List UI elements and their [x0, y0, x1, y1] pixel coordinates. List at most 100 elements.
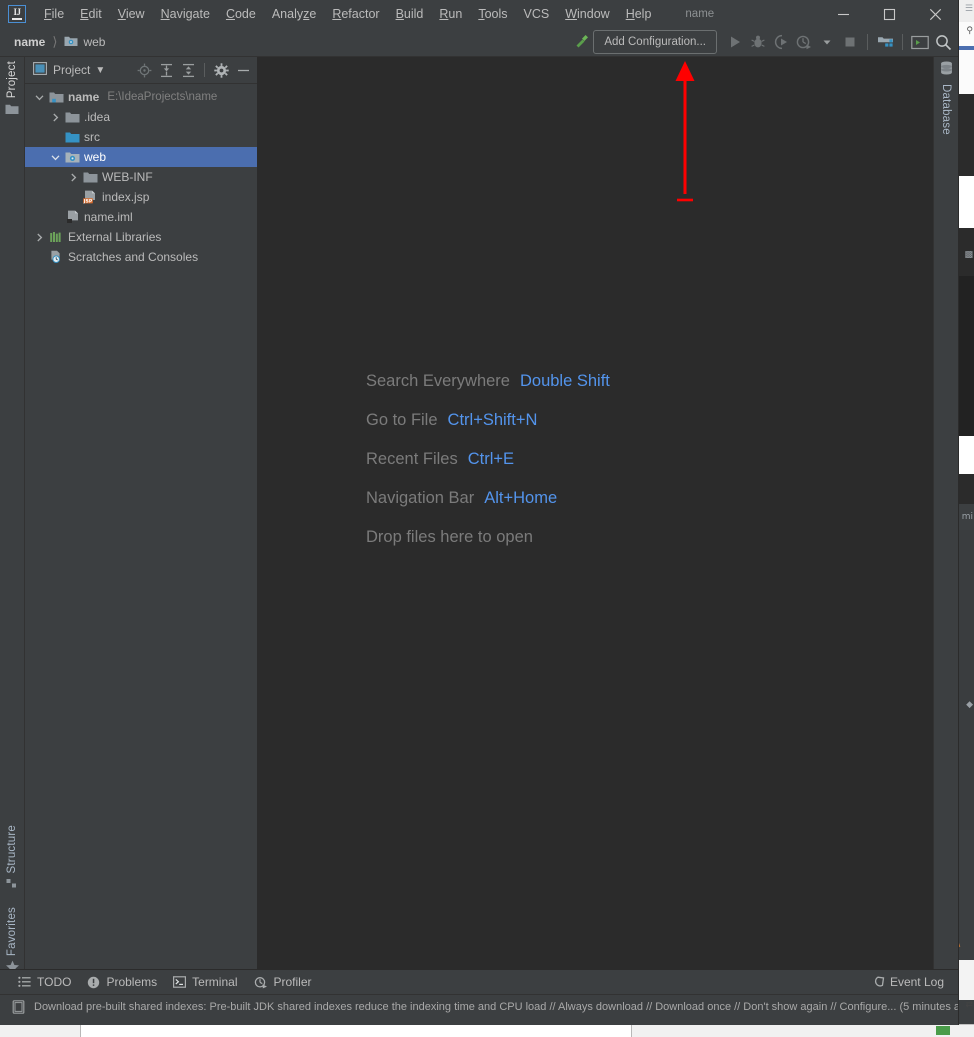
- menu-item-build[interactable]: Build: [388, 4, 432, 24]
- event-log-icon: [871, 976, 885, 989]
- add-configuration-button[interactable]: Add Configuration...: [593, 30, 717, 54]
- tree-row-src[interactable]: src: [25, 127, 257, 147]
- status-button-label-terminal: Terminal: [192, 975, 238, 989]
- expand-all-icon[interactable]: [156, 60, 176, 80]
- tool-window-label-project: Project: [6, 61, 18, 99]
- background-window-edge: [80, 1024, 632, 1037]
- tree-row-idea[interactable]: .idea: [25, 107, 257, 127]
- menu-item-file[interactable]: File: [36, 4, 72, 24]
- sidebar-item-database[interactable]: Database: [934, 61, 958, 135]
- menu-item-analyze[interactable]: Analyze: [264, 4, 324, 24]
- collapse-all-icon[interactable]: [178, 60, 198, 80]
- breadcrumb-item-web[interactable]: web: [62, 33, 107, 52]
- jsp-file-icon: JSP: [81, 190, 99, 205]
- project-panel-title[interactable]: Project ▼: [33, 62, 105, 78]
- sidebar-item-project[interactable]: Project: [0, 61, 24, 120]
- search-icon[interactable]: [932, 31, 954, 53]
- navigation-bar: name ⟩ web Add Configuration...: [0, 28, 958, 57]
- tree-label-web-inf: WEB-INF: [102, 170, 153, 184]
- status-button-label-problems: Problems: [106, 975, 158, 989]
- chevron-down-icon[interactable]: [31, 89, 47, 105]
- bg-icon-bottom: ⇄: [965, 1000, 973, 1010]
- menu-item-window[interactable]: Window: [557, 4, 617, 24]
- stop-icon[interactable]: [839, 31, 861, 53]
- window-title: name: [685, 8, 715, 20]
- menu-item-code[interactable]: Code: [218, 4, 264, 24]
- project-tool-window: Project ▼ name E:\IdeaProjects\name .ide…: [25, 57, 258, 969]
- hide-icon[interactable]: [233, 60, 253, 80]
- run-with-coverage-icon[interactable]: [770, 31, 792, 53]
- chevron-down-icon[interactable]: [47, 149, 63, 165]
- hint-go-to-file: Go to File Ctrl+Shift+N: [366, 401, 610, 440]
- chevron-right-icon[interactable]: [65, 169, 81, 185]
- profile-icon[interactable]: [793, 31, 815, 53]
- hint-action-label: Navigation Bar: [366, 489, 475, 507]
- tree-label-external-libraries: External Libraries: [68, 230, 162, 244]
- hammer-build-icon[interactable]: [570, 31, 592, 53]
- status-button-label-profiler: Profiler: [273, 975, 312, 989]
- editor-area[interactable]: Search Everywhere Double Shift Go to Fil…: [258, 57, 933, 969]
- chevron-right-icon[interactable]: [47, 109, 63, 125]
- status-button-terminal[interactable]: Terminal: [165, 973, 245, 991]
- debug-icon[interactable]: [747, 31, 769, 53]
- sidebar-item-structure[interactable]: Structure: [0, 825, 24, 895]
- bg-icon-zoom: ⚲: [966, 26, 973, 36]
- status-bar-tool-buttons: TODO Problems Terminal Profiler Event Lo…: [0, 969, 958, 994]
- tree-label-name-iml: name.iml: [84, 210, 133, 224]
- app-logo-icon: IJ: [8, 5, 26, 23]
- left-tool-strip: Project Structure Favorites: [0, 57, 25, 974]
- tree-row-web[interactable]: web: [25, 147, 257, 167]
- run-icon[interactable]: [724, 31, 746, 53]
- menu-item-refactor[interactable]: Refactor: [324, 4, 387, 24]
- chevron-down-icon[interactable]: [816, 31, 838, 53]
- menu-item-run[interactable]: Run: [431, 4, 470, 24]
- menu-item-edit[interactable]: Edit: [72, 4, 110, 24]
- status-button-profiler[interactable]: Profiler: [246, 973, 320, 991]
- status-button-problems[interactable]: Problems: [79, 973, 165, 991]
- menu-item-vcs[interactable]: VCS: [516, 4, 558, 24]
- menu-item-view[interactable]: View: [110, 4, 153, 24]
- chevron-right-icon[interactable]: [31, 229, 47, 245]
- terminal-icon[interactable]: [909, 31, 931, 53]
- iml-file-icon: [63, 210, 81, 224]
- menu-item-navigate[interactable]: Navigate: [153, 4, 218, 24]
- problems-icon: [87, 976, 100, 989]
- breadcrumb-label-web: web: [83, 35, 106, 49]
- terminal-icon: [173, 976, 187, 988]
- tree-row-external-libraries[interactable]: External Libraries: [25, 227, 257, 247]
- tree-row-web-inf[interactable]: WEB-INF: [25, 167, 257, 187]
- module-folder-icon: [47, 91, 65, 104]
- gear-icon[interactable]: [211, 60, 231, 80]
- svg-text:JSP: JSP: [83, 199, 93, 205]
- menu-item-tools[interactable]: Tools: [470, 4, 515, 24]
- breadcrumb-separator-icon: ⟩: [52, 34, 58, 49]
- project-tree: name E:\IdeaProjects\name .idea src web …: [25, 84, 257, 969]
- maximize-button[interactable]: [866, 0, 912, 28]
- breadcrumb-item-project[interactable]: name: [12, 33, 47, 51]
- locate-file-icon[interactable]: [134, 60, 154, 80]
- minimize-button[interactable]: [820, 0, 866, 28]
- tree-row-name-iml[interactable]: name.iml: [25, 207, 257, 227]
- tree-row-name[interactable]: name E:\IdeaProjects\name: [25, 87, 257, 107]
- close-button[interactable]: [912, 0, 958, 28]
- tree-label-src: src: [84, 130, 100, 144]
- hint-action-label: Recent Files: [366, 450, 458, 468]
- app-logo-label: IJ: [13, 7, 21, 17]
- bg-icon-top: ☰: [964, 4, 973, 14]
- scratches-icon: [47, 250, 65, 264]
- status-button-todo[interactable]: TODO: [10, 973, 79, 991]
- status-button-event-log[interactable]: Event Log: [863, 973, 952, 991]
- hint-shortcut-label: Double Shift: [519, 372, 610, 390]
- status-bar-message[interactable]: Download pre-built shared indexes: Pre-b…: [0, 994, 958, 1019]
- menu-item-help[interactable]: Help: [618, 4, 660, 24]
- status-bar-right: Event Log: [863, 970, 952, 994]
- tree-row-scratches-and-consoles[interactable]: Scratches and Consoles: [25, 247, 257, 267]
- folder-icon: [63, 111, 81, 124]
- hint-action-label: Drop files here to open: [366, 528, 533, 546]
- tree-row-index-jsp[interactable]: JSP index.jsp: [25, 187, 257, 207]
- chevron-down-icon[interactable]: ▼: [95, 65, 105, 76]
- notification-icon: [12, 1000, 25, 1014]
- project-structure-icon[interactable]: [874, 31, 896, 53]
